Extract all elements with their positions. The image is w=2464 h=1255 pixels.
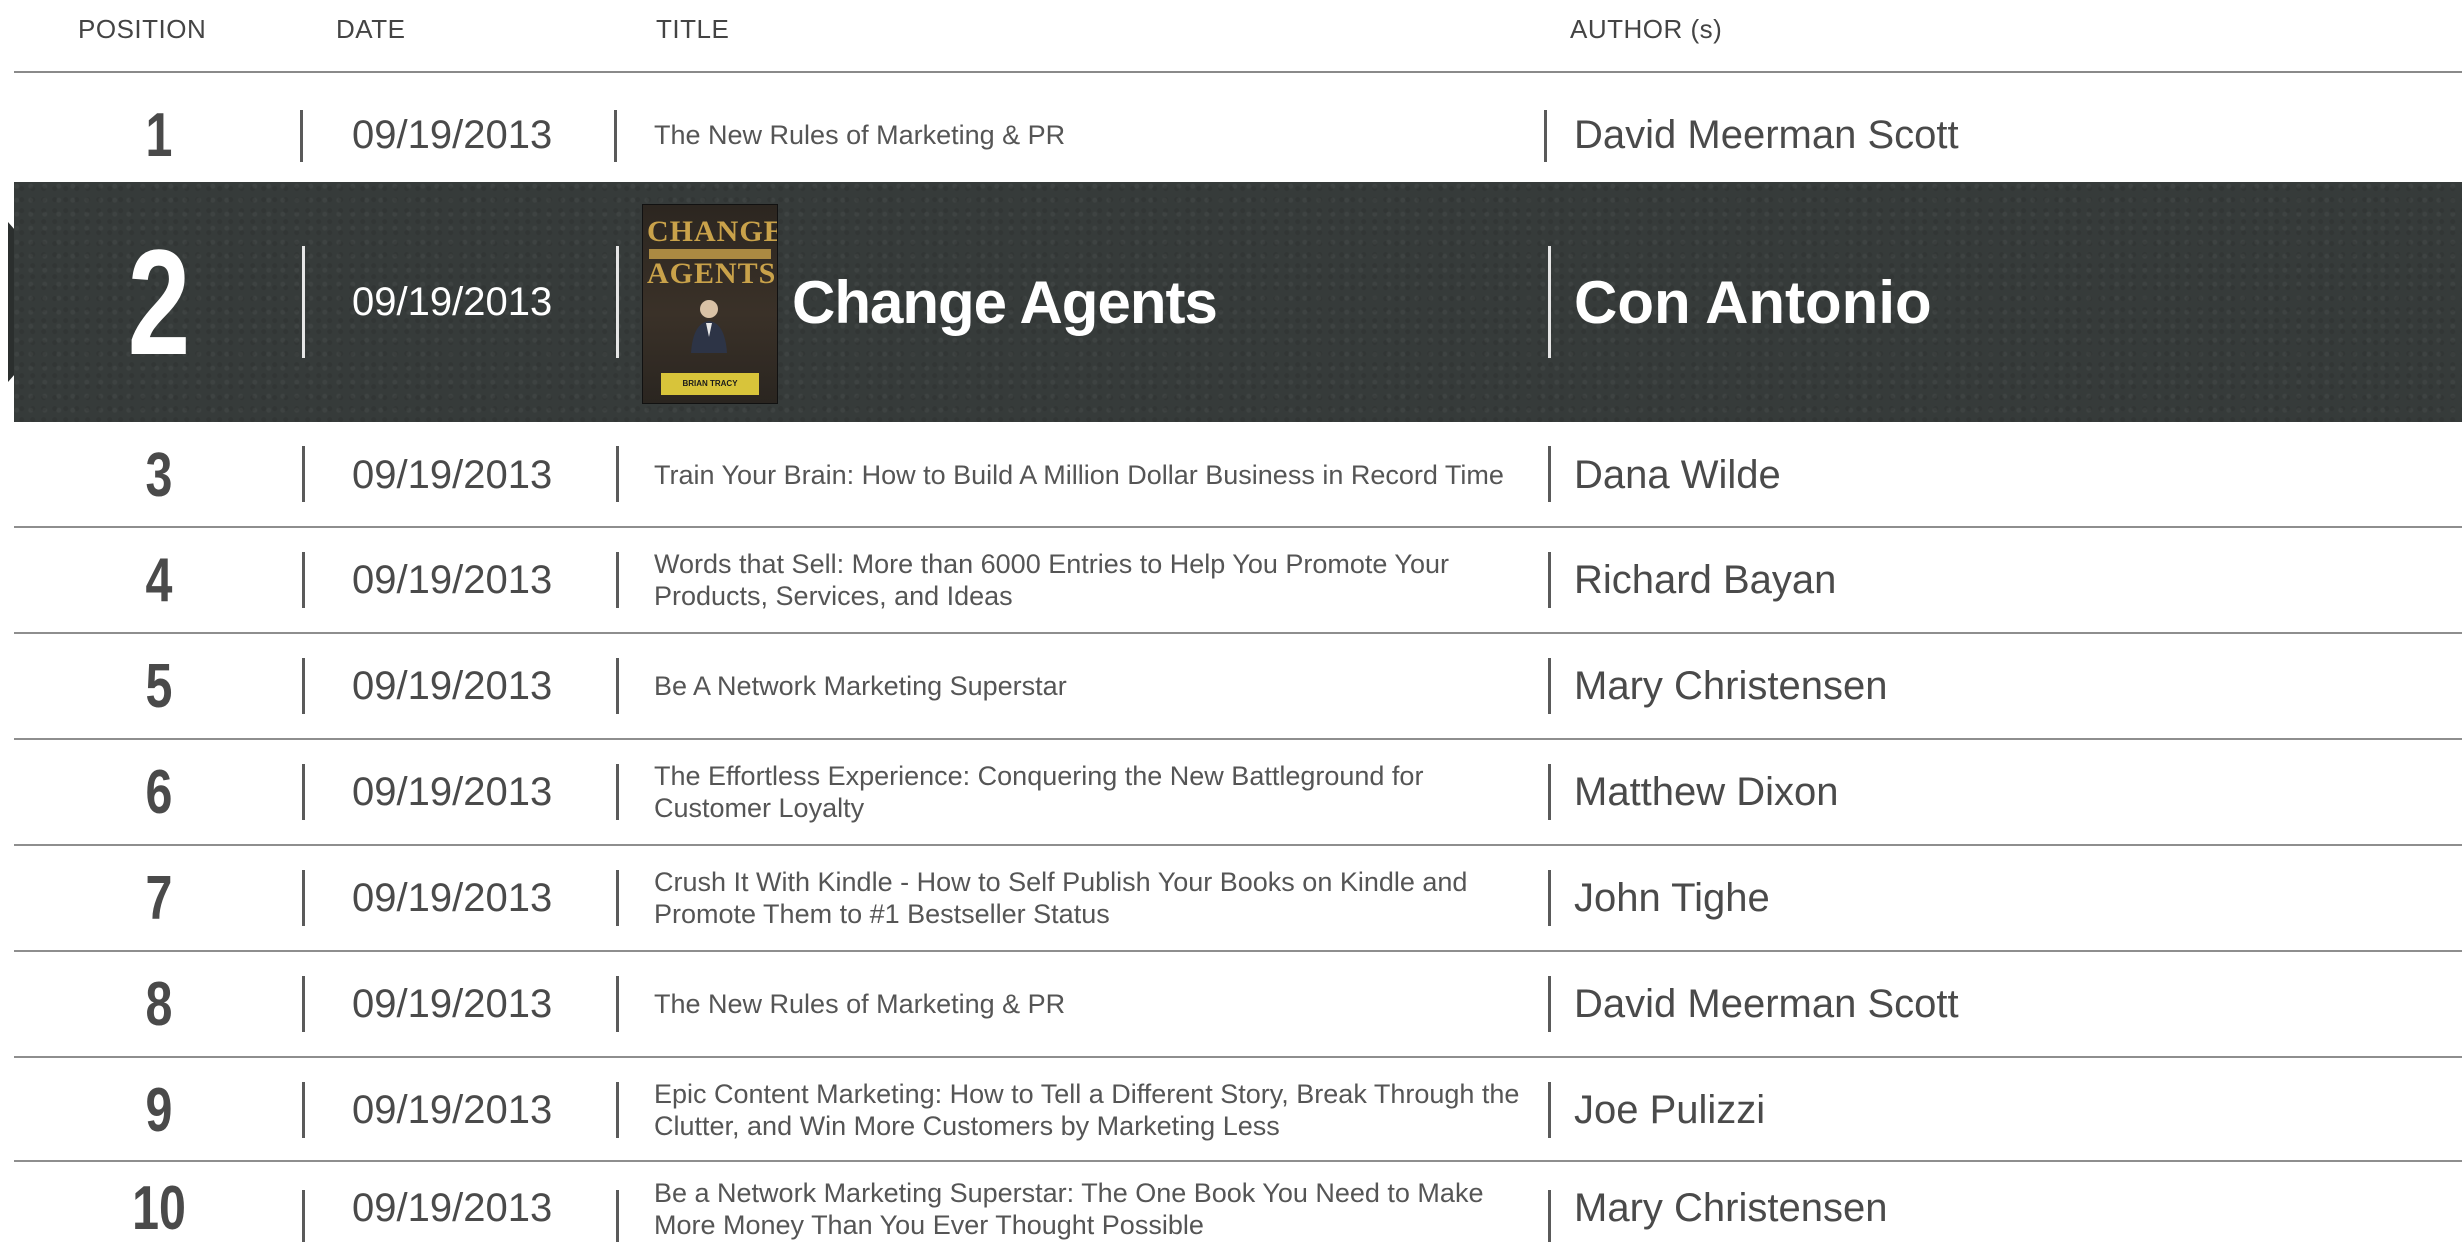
date-cell: 09/19/2013 (352, 1186, 553, 1230)
column-divider (1548, 870, 1551, 926)
date-cell: 09/19/2013 (352, 981, 553, 1026)
table-row: 10 09/19/2013 Be a Network Marketing Sup… (14, 1162, 2462, 1255)
column-divider (302, 870, 305, 926)
table-header: POSITION DATE TITLE AUTHOR (s) (0, 0, 2464, 72)
column-divider (1548, 658, 1551, 714)
table-row: 3 09/19/2013 Train Your Brain: How to Bu… (14, 424, 2462, 526)
header-divider (14, 71, 2462, 73)
title-cell: Crush It With Kindle - How to Self Publi… (654, 867, 1468, 929)
position-number: 1 (145, 100, 173, 170)
author-cell: Con Antonio (1574, 268, 1932, 336)
column-divider (1548, 552, 1551, 608)
table-row: 7 09/19/2013 Crush It With Kindle - How … (14, 846, 2462, 950)
title-cell: The Effortless Experience: Conquering th… (654, 761, 1424, 823)
date-cell: 09/19/2013 (352, 663, 553, 708)
column-divider (302, 246, 305, 358)
position-number: 9 (145, 1075, 173, 1145)
date-cell: 09/19/2013 (352, 452, 553, 497)
table-row: 5 09/19/2013 Be A Network Marketing Supe… (14, 634, 2462, 738)
date-cell: 09/19/2013 (352, 112, 553, 157)
cover-author-plate: BRIAN TRACY (661, 373, 759, 395)
title-cell: The New Rules of Marketing & PR (654, 120, 1066, 150)
table-row: 8 09/19/2013 The New Rules of Marketing … (14, 952, 2462, 1056)
book-cover-image: CHANGE AGENTS BRIAN TRACY (642, 204, 778, 404)
column-divider (616, 1082, 619, 1138)
author-cell: Richard Bayan (1574, 557, 1837, 602)
author-cell: John Tighe (1574, 875, 1770, 920)
table-row-highlighted: 2 09/19/2013 CHANGE AGENTS BRIAN TRACY C… (14, 182, 2462, 422)
author-cell: Matthew Dixon (1574, 769, 1839, 814)
column-divider (616, 552, 619, 608)
date-cell: 09/19/2013 (352, 279, 553, 324)
header-date: DATE (336, 14, 406, 44)
column-divider (614, 110, 617, 162)
column-divider (1548, 1190, 1551, 1242)
column-divider (302, 658, 305, 714)
date-cell: 09/19/2013 (352, 1087, 553, 1132)
table-row: 6 09/19/2013 The Effortless Experience: … (14, 740, 2462, 844)
author-cell: David Meerman Scott (1574, 112, 1959, 157)
author-cell: David Meerman Scott (1574, 981, 1959, 1026)
column-divider (302, 1190, 305, 1242)
position-number: 10 (132, 1174, 186, 1243)
author-cell: Mary Christensen (1574, 1186, 1888, 1230)
position-number: 8 (145, 969, 173, 1039)
column-divider (616, 1190, 619, 1242)
position-number: 5 (145, 651, 173, 721)
author-portrait-icon (691, 300, 727, 353)
cover-title-line2: AGENTS (647, 257, 777, 290)
date-cell: 09/19/2013 (352, 769, 553, 814)
header-title: TITLE (656, 14, 730, 44)
column-divider (616, 870, 619, 926)
column-divider (616, 446, 619, 502)
title-cell: Be a Network Marketing Superstar: The On… (654, 1177, 1484, 1240)
column-divider (616, 246, 619, 358)
title-cell: Train Your Brain: How to Build A Million… (654, 460, 1504, 490)
column-divider (1544, 110, 1547, 162)
column-divider (302, 764, 305, 820)
title-cell: Change Agents (792, 268, 1218, 336)
table-row: 1 09/19/2013 The New Rules of Marketing … (14, 88, 2462, 182)
position-number: 6 (145, 757, 173, 827)
column-divider (616, 658, 619, 714)
author-cell: Joe Pulizzi (1574, 1087, 1766, 1132)
title-cell: Be A Network Marketing Superstar (654, 671, 1067, 701)
author-cell: Mary Christensen (1574, 663, 1888, 708)
header-position: POSITION (78, 14, 207, 44)
position-number: 3 (145, 440, 173, 510)
position-number: 7 (145, 863, 173, 933)
column-divider (616, 764, 619, 820)
table-row: 9 09/19/2013 Epic Content Marketing: How… (14, 1058, 2462, 1162)
column-divider (302, 552, 305, 608)
header-author: AUTHOR (s) (1570, 14, 1723, 44)
column-divider (1548, 764, 1551, 820)
column-divider (302, 446, 305, 502)
title-cell: Words that Sell: More than 6000 Entries … (654, 549, 1449, 611)
date-cell: 09/19/2013 (352, 557, 553, 602)
column-divider (1548, 976, 1551, 1032)
column-divider (616, 976, 619, 1032)
position-number: 4 (145, 545, 173, 615)
cover-title-line1: CHANGE (647, 215, 778, 248)
title-cell: Epic Content Marketing: How to Tell a Di… (654, 1079, 1520, 1141)
title-cell: The New Rules of Marketing & PR (654, 989, 1066, 1019)
column-divider (1548, 1082, 1551, 1138)
table-row: 4 09/19/2013 Words that Sell: More than … (14, 528, 2462, 632)
position-number: 2 (127, 217, 191, 386)
column-divider (300, 110, 303, 162)
author-cell: Dana Wilde (1574, 452, 1781, 497)
column-divider (1548, 446, 1551, 502)
column-divider (302, 1082, 305, 1138)
column-divider (302, 976, 305, 1032)
date-cell: 09/19/2013 (352, 875, 553, 920)
column-divider (1548, 246, 1551, 358)
